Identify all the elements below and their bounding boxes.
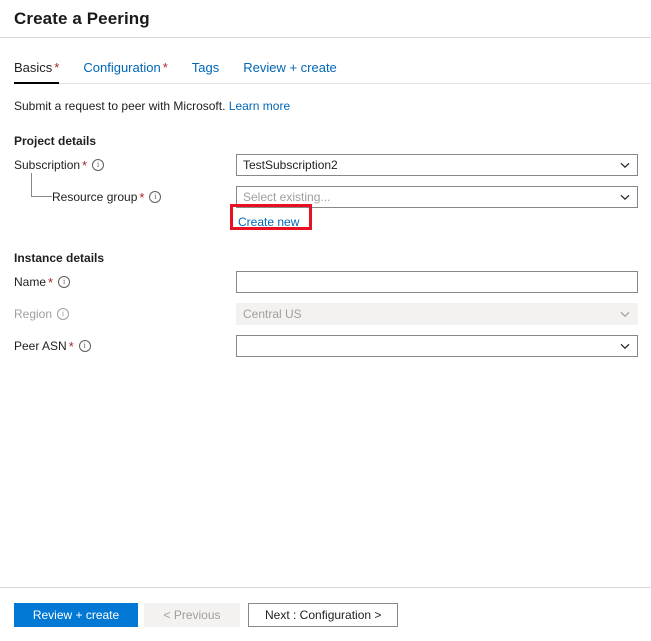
resource-group-row: Resource group * i Select existing... — [14, 173, 638, 208]
name-label-text: Name — [14, 275, 47, 289]
info-icon[interactable]: i — [78, 340, 91, 352]
subscription-required-marker: * — [82, 157, 88, 173]
tab-tags-label: Tags — [191, 60, 220, 75]
learn-more-link[interactable]: Learn more — [229, 99, 290, 113]
intro-description: Submit a request to peer with Microsoft. — [14, 99, 226, 113]
tab-basics-label: Basics — [14, 60, 53, 75]
resource-group-label: Resource group * i — [14, 173, 236, 208]
page-title: Create a Peering — [14, 8, 150, 28]
peer-asn-label-text: Peer ASN — [14, 339, 67, 353]
resource-group-placeholder: Select existing... — [243, 190, 331, 204]
name-label: Name * i — [14, 271, 236, 293]
wizard-footer: Review + create < Previous Next : Config… — [0, 588, 651, 641]
name-required-marker: * — [48, 274, 54, 290]
name-row: Name * i — [14, 271, 638, 293]
chevron-down-icon — [619, 159, 631, 171]
tab-basics[interactable]: Basics * — [14, 60, 71, 84]
tab-review-create-label: Review + create — [243, 60, 337, 75]
tab-configuration-label: Configuration — [83, 60, 161, 75]
tab-basics-required: * — [54, 60, 60, 75]
previous-button: < Previous — [144, 602, 240, 627]
page-header: Create a Peering — [0, 0, 651, 37]
chevron-down-icon — [619, 191, 631, 203]
info-icon[interactable]: i — [92, 159, 105, 171]
peer-asn-label: Peer ASN * i — [14, 335, 236, 357]
region-label-text: Region — [14, 307, 53, 321]
project-details-heading: Project details — [14, 134, 97, 148]
subscription-dropdown[interactable]: TestSubscription2 — [236, 154, 638, 176]
info-icon[interactable]: i — [149, 191, 162, 203]
chevron-down-icon — [619, 308, 631, 320]
instance-details-heading: Instance details — [14, 251, 105, 265]
tab-configuration[interactable]: Configuration * — [83, 60, 179, 84]
subscription-row: Subscription * i TestSubscription2 — [14, 154, 638, 176]
subscription-value: TestSubscription2 — [243, 158, 338, 172]
tab-configuration-required: * — [162, 60, 168, 75]
info-icon[interactable]: i — [57, 308, 70, 320]
peer-asn-row: Peer ASN * i — [14, 335, 638, 357]
region-row: Region i Central US — [14, 303, 638, 325]
intro-text: Submit a request to peer with Microsoft.… — [0, 84, 651, 114]
tab-bar: Basics * Configuration * Tags Review + cre… — [0, 38, 651, 84]
resource-group-label-text: Resource group — [52, 190, 138, 204]
chevron-down-icon — [619, 340, 631, 352]
resource-group-dropdown[interactable]: Select existing... — [236, 186, 638, 208]
peer-asn-required-marker: * — [68, 338, 74, 354]
region-label: Region i — [14, 303, 236, 325]
region-dropdown: Central US — [236, 303, 638, 325]
resource-group-required-marker: * — [139, 189, 145, 205]
create-new-spacer — [14, 214, 236, 231]
create-new-link[interactable]: Create new — [236, 214, 301, 231]
peer-asn-dropdown[interactable] — [236, 335, 638, 357]
subscription-label-text: Subscription — [14, 158, 81, 172]
tab-review-create[interactable]: Review + create — [243, 60, 349, 84]
review-create-button[interactable]: Review + create — [14, 602, 138, 627]
tree-connector-icon — [31, 173, 52, 197]
name-input[interactable] — [236, 271, 638, 293]
next-configuration-button[interactable]: Next : Configuration > — [248, 602, 399, 627]
tab-tags[interactable]: Tags — [192, 60, 231, 84]
create-new-row: Create new — [14, 214, 637, 231]
info-icon[interactable]: i — [58, 276, 71, 288]
basics-form: Project details Subscription * i TestSub… — [0, 134, 651, 357]
region-value: Central US — [243, 307, 302, 321]
